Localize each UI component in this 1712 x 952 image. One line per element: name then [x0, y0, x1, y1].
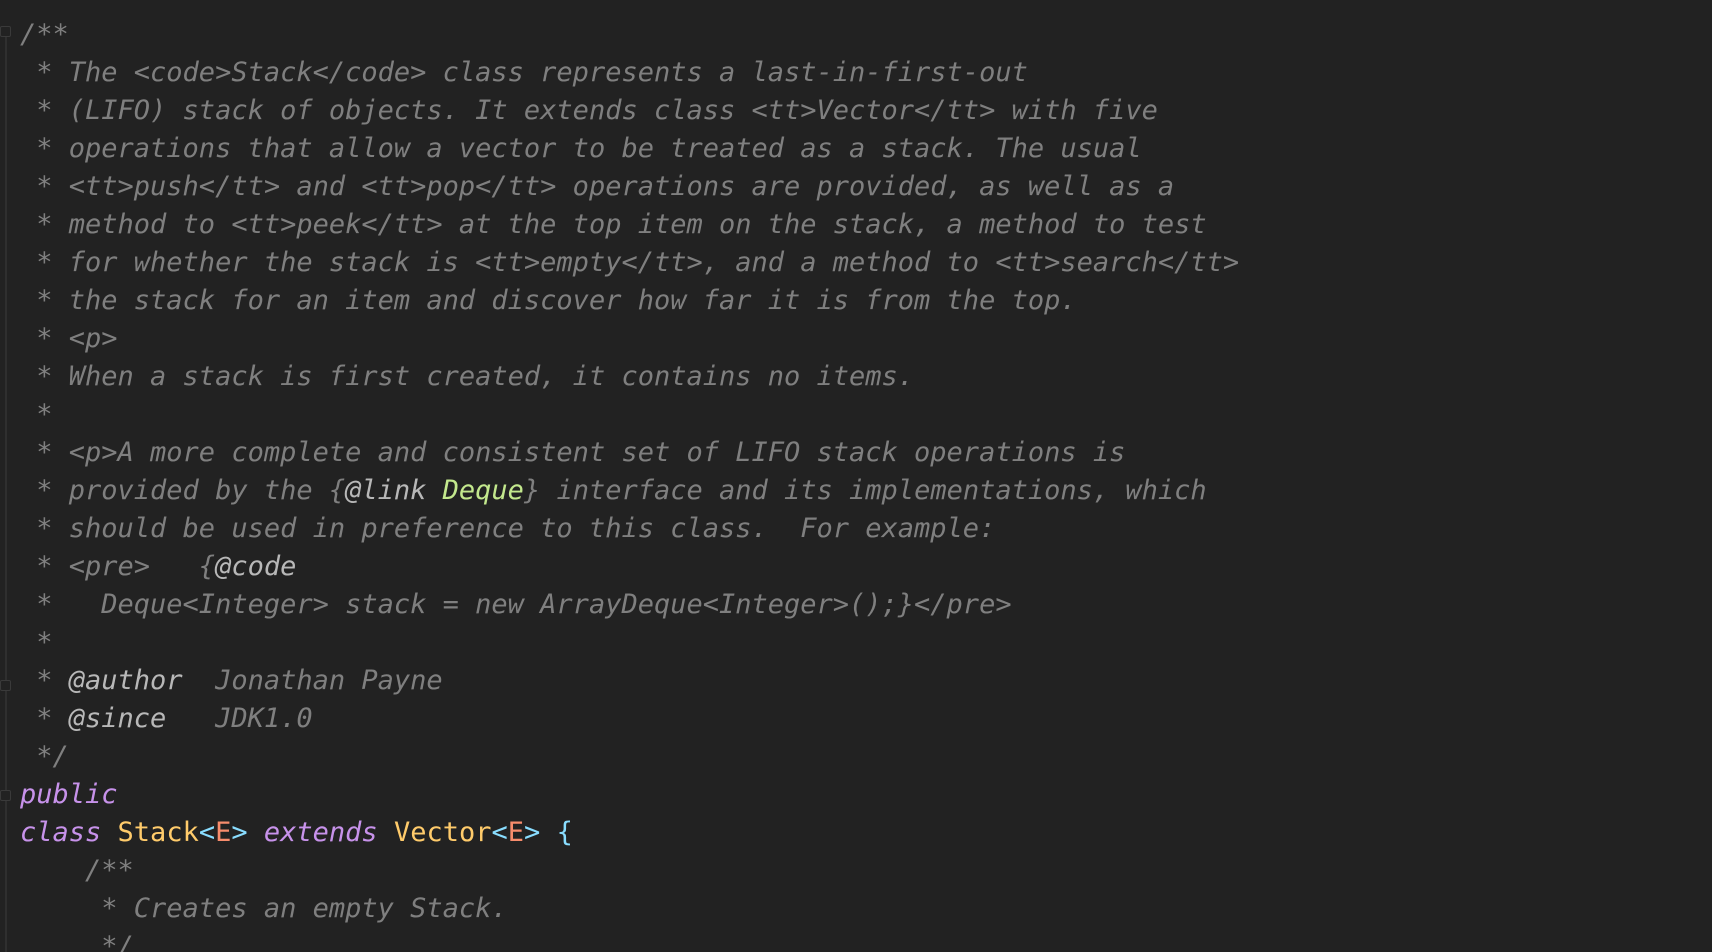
code-line: /**	[20, 852, 1239, 890]
code-token: * Creates an empty Stack.	[20, 893, 508, 924]
fold-toggle-icon[interactable]	[0, 790, 11, 801]
code-token: <	[198, 817, 216, 848]
code-line: * @since JDK1.0	[20, 700, 1239, 738]
code-token: >	[231, 817, 248, 848]
code-token: E	[215, 817, 232, 848]
code-line: * for whether the stack is <tt>empty</tt…	[20, 244, 1239, 282]
code-line: public	[20, 776, 1239, 814]
code-token: >	[524, 817, 541, 848]
code-line: * The <code>Stack</code> class represent…	[20, 54, 1239, 92]
code-line: * <p>	[20, 320, 1239, 358]
code-line: * provided by the {@link Deque} interfac…	[20, 472, 1239, 510]
code-token: *	[20, 399, 53, 430]
code-token: * Deque<Integer> stack = new ArrayDeque<…	[20, 589, 1012, 620]
code-line: * @author Jonathan Payne	[20, 662, 1239, 700]
code-token: *	[20, 665, 69, 696]
code-token: Stack	[117, 817, 199, 848]
code-line: * When a stack is first created, it cont…	[20, 358, 1239, 396]
code-token: * should be used in preference to this c…	[20, 513, 996, 544]
fold-toggle-icon[interactable]	[0, 680, 11, 691]
code-token: * <pre> {	[20, 551, 216, 582]
code-token: * (LIFO) stack of objects. It extends cl…	[20, 95, 1158, 126]
code-token: class	[20, 817, 102, 848]
code-token: * <p>A more complete and consistent set …	[20, 437, 1126, 468]
code-editor[interactable]: /** * The <code>Stack</code> class repre…	[0, 0, 1712, 952]
code-line: * method to <tt>peek</tt> at the top ite…	[20, 206, 1239, 244]
code-line: /**	[20, 16, 1239, 54]
code-token: Vector	[393, 817, 492, 848]
code-token: * provided by the {	[20, 475, 346, 506]
code-token: * method to <tt>peek</tt> at the top ite…	[20, 209, 1207, 240]
code-token: *	[20, 703, 69, 734]
code-token: * The <code>Stack</code> class represent…	[20, 57, 1028, 88]
code-area[interactable]: /** * The <code>Stack</code> class repre…	[20, 16, 1239, 952]
code-line: * should be used in preference to this c…	[20, 510, 1239, 548]
code-token: * operations that allow a vector to be t…	[20, 133, 1142, 164]
code-token: {	[556, 817, 573, 848]
code-token: JDK1.0	[166, 703, 313, 734]
code-line: * Deque<Integer> stack = new ArrayDeque<…	[20, 586, 1239, 624]
code-token: * <p>	[20, 323, 118, 354]
code-token: @author	[68, 665, 183, 696]
code-line: * (LIFO) stack of objects. It extends cl…	[20, 92, 1239, 130]
code-token: } interface and its implementations, whi…	[523, 475, 1207, 506]
code-token: @since	[68, 703, 167, 734]
code-token: @code	[215, 551, 297, 582]
code-line: * <pre> {@code	[20, 548, 1239, 586]
code-line: class Stack<E> extends Vector<E> {	[20, 814, 1239, 852]
code-token: public	[20, 779, 118, 810]
code-token: <	[491, 817, 508, 848]
fold-toggle-icon[interactable]	[0, 26, 11, 37]
code-line: *	[20, 624, 1239, 662]
code-line: * Creates an empty Stack.	[20, 890, 1239, 928]
code-line: * <tt>push</tt> and <tt>pop</tt> operati…	[20, 168, 1239, 206]
code-token: /**	[20, 19, 69, 50]
code-line: */	[20, 738, 1239, 776]
code-token: Deque	[442, 475, 524, 506]
code-token: * When a stack is first created, it cont…	[20, 361, 915, 392]
code-token: *	[20, 627, 53, 658]
code-token: * the stack for an item and discover how…	[20, 285, 1077, 316]
code-token: */	[20, 931, 134, 952]
code-token: * <tt>push</tt> and <tt>pop</tt> operati…	[20, 171, 1175, 202]
code-token: * for whether the stack is <tt>empty</tt…	[20, 247, 1240, 278]
code-line: */	[20, 928, 1239, 952]
code-token: */	[20, 741, 69, 772]
code-token: Jonathan Payne	[182, 665, 443, 696]
code-line: *	[20, 396, 1239, 434]
code-line: * <p>A more complete and consistent set …	[20, 434, 1239, 472]
code-line: * the stack for an item and discover how…	[20, 282, 1239, 320]
code-token: @link	[345, 475, 427, 506]
fold-gutter	[0, 0, 14, 952]
gutter-guide-line	[5, 30, 7, 952]
code-line: * operations that allow a vector to be t…	[20, 130, 1239, 168]
code-token: /**	[20, 855, 134, 886]
code-token: E	[507, 817, 525, 848]
code-token: extends	[263, 817, 378, 848]
